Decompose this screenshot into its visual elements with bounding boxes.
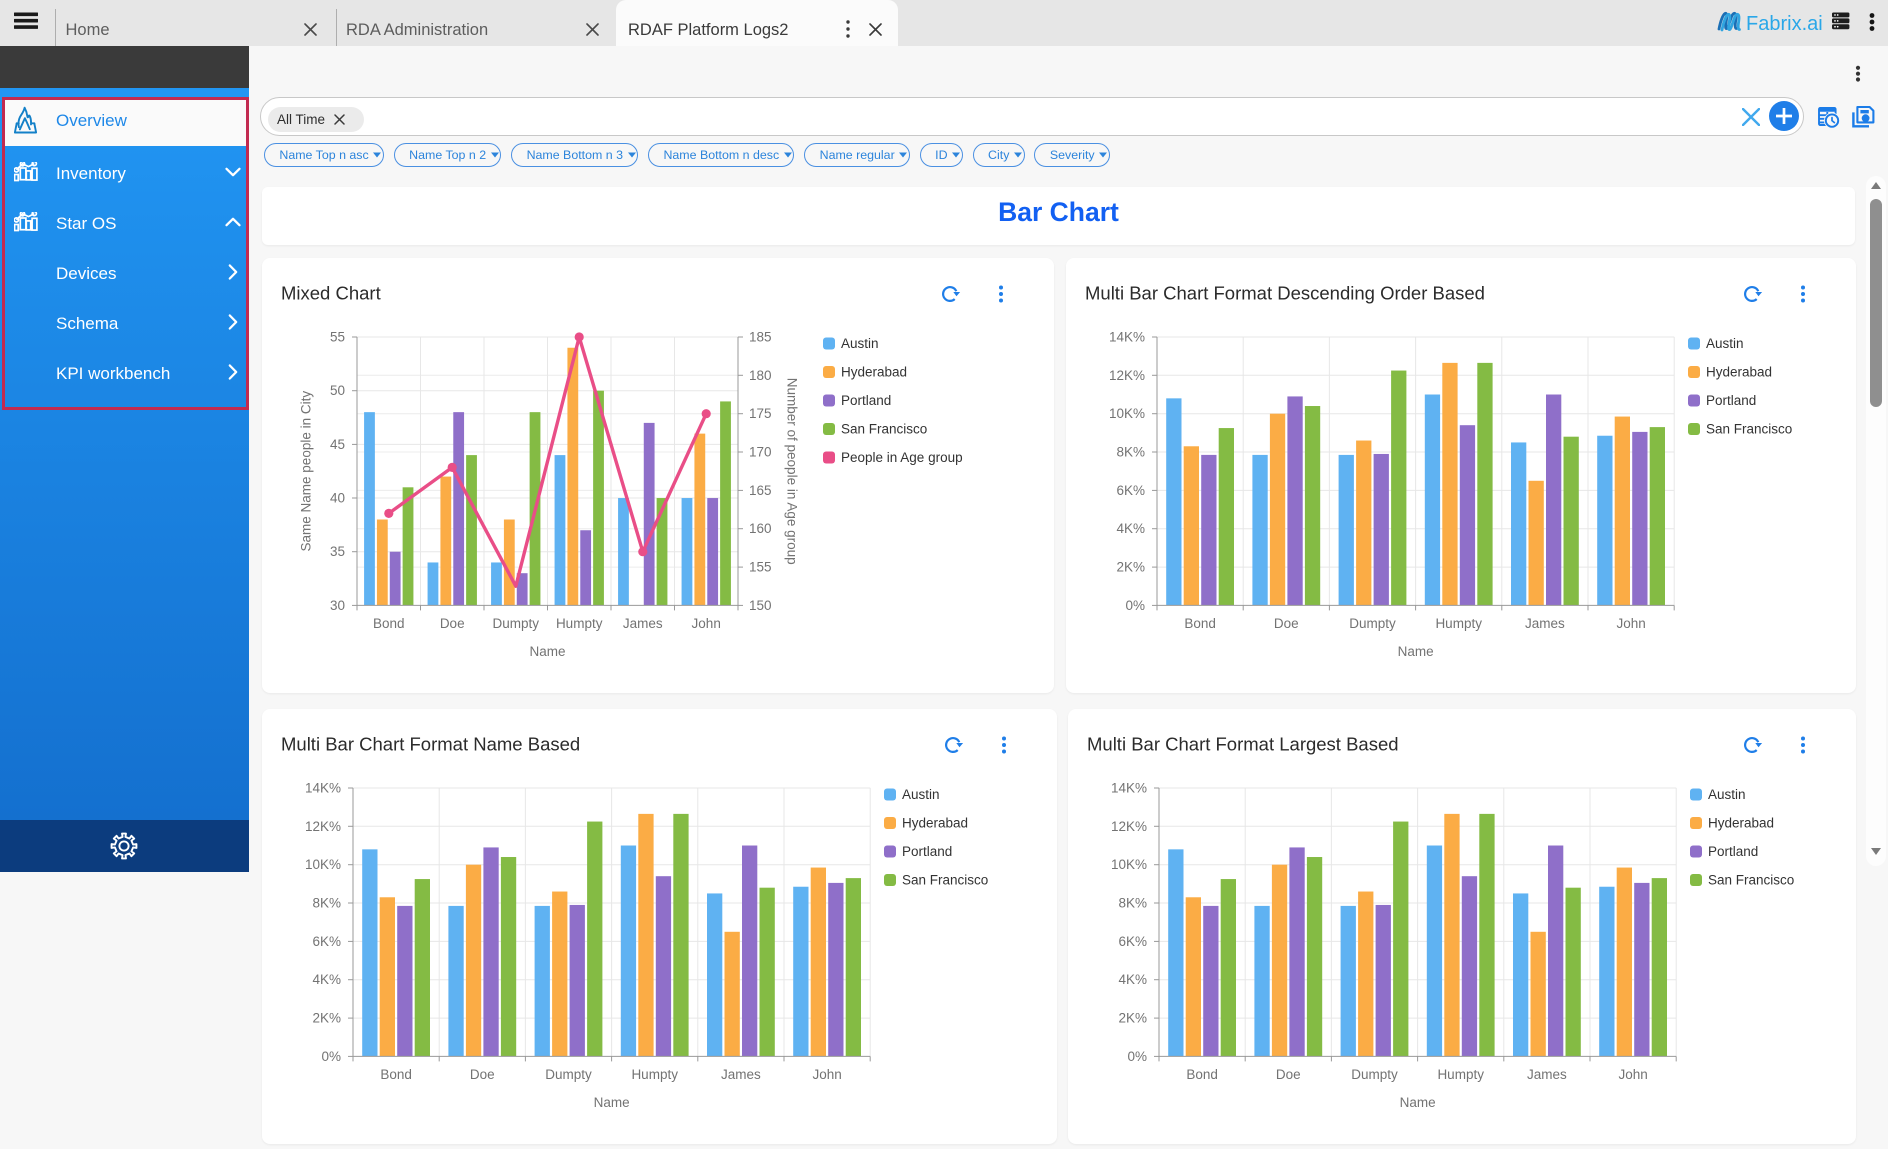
svg-text:Humpty: Humpty bbox=[1435, 616, 1482, 631]
svg-text:4K%: 4K% bbox=[312, 972, 341, 987]
svg-text:James: James bbox=[721, 1067, 761, 1082]
svg-text:170: 170 bbox=[749, 445, 772, 460]
svg-text:Multi Bar Chart Format Descend: Multi Bar Chart Format Descending Order … bbox=[1085, 283, 1485, 304]
svg-text:Humpty: Humpty bbox=[631, 1067, 678, 1082]
svg-text:Multi Bar Chart Format Largest: Multi Bar Chart Format Largest Based bbox=[1087, 734, 1399, 755]
svg-text:Doe: Doe bbox=[440, 616, 465, 631]
svg-text:2K%: 2K% bbox=[1118, 1011, 1147, 1026]
svg-text:10K%: 10K% bbox=[1111, 857, 1147, 872]
svg-text:Doe: Doe bbox=[1276, 1067, 1301, 1082]
svg-text:John: John bbox=[812, 1067, 841, 1082]
svg-text:12K%: 12K% bbox=[305, 819, 341, 834]
svg-text:Dumpty: Dumpty bbox=[493, 616, 540, 631]
svg-text:Dumpty: Dumpty bbox=[1351, 1067, 1398, 1082]
svg-text:Portland: Portland bbox=[902, 844, 952, 859]
svg-text:Bond: Bond bbox=[373, 616, 405, 631]
svg-text:Bond: Bond bbox=[380, 1067, 412, 1082]
svg-text:Name: Name bbox=[529, 644, 565, 659]
svg-text:8K%: 8K% bbox=[1118, 896, 1147, 911]
svg-text:12K%: 12K% bbox=[1111, 819, 1147, 834]
svg-text:Portland: Portland bbox=[841, 393, 891, 408]
svg-text:Doe: Doe bbox=[470, 1067, 495, 1082]
svg-text:40: 40 bbox=[330, 491, 345, 506]
svg-text:Austin: Austin bbox=[841, 336, 879, 351]
svg-text:50: 50 bbox=[330, 383, 345, 398]
svg-text:Austin: Austin bbox=[1706, 336, 1744, 351]
svg-text:14K%: 14K% bbox=[305, 781, 341, 796]
svg-text:Humpty: Humpty bbox=[556, 616, 603, 631]
svg-text:165: 165 bbox=[749, 483, 772, 498]
svg-text:Fabrix.ai: Fabrix.ai bbox=[1746, 13, 1823, 35]
svg-text:Austin: Austin bbox=[1708, 787, 1746, 802]
svg-text:Multi Bar Chart Format Name Ba: Multi Bar Chart Format Name Based bbox=[281, 734, 580, 755]
svg-text:John: John bbox=[1618, 1067, 1647, 1082]
svg-text:8K%: 8K% bbox=[312, 896, 341, 911]
svg-text:4K%: 4K% bbox=[1118, 972, 1147, 987]
svg-text:Austin: Austin bbox=[902, 787, 940, 802]
svg-text:6K%: 6K% bbox=[1116, 483, 1145, 498]
svg-text:14K%: 14K% bbox=[1109, 330, 1145, 345]
svg-text:John: John bbox=[1616, 616, 1645, 631]
svg-text:155: 155 bbox=[749, 560, 772, 575]
svg-text:Dumpty: Dumpty bbox=[1349, 616, 1396, 631]
svg-text:14K%: 14K% bbox=[1111, 781, 1147, 796]
svg-text:Name: Name bbox=[594, 1095, 630, 1110]
svg-text:Name: Name bbox=[1400, 1095, 1436, 1110]
svg-text:160: 160 bbox=[749, 521, 772, 536]
svg-text:Hyderabad: Hyderabad bbox=[841, 365, 907, 380]
svg-text:James: James bbox=[623, 616, 663, 631]
svg-text:San Francisco: San Francisco bbox=[841, 422, 927, 437]
svg-text:185: 185 bbox=[749, 330, 772, 345]
svg-text:Humpty: Humpty bbox=[1437, 1067, 1484, 1082]
svg-text:Bond: Bond bbox=[1186, 1067, 1218, 1082]
svg-text:Same Name people in City: Same Name people in City bbox=[299, 391, 314, 552]
svg-text:35: 35 bbox=[330, 544, 345, 559]
svg-text:45: 45 bbox=[330, 437, 345, 452]
svg-text:San Francisco: San Francisco bbox=[1708, 873, 1794, 888]
svg-text:San Francisco: San Francisco bbox=[1706, 422, 1792, 437]
svg-text:10K%: 10K% bbox=[305, 857, 341, 872]
svg-text:James: James bbox=[1527, 1067, 1567, 1082]
svg-text:2K%: 2K% bbox=[1116, 560, 1145, 575]
svg-text:Doe: Doe bbox=[1274, 616, 1299, 631]
svg-text:2K%: 2K% bbox=[312, 1011, 341, 1026]
svg-text:Portland: Portland bbox=[1706, 393, 1756, 408]
svg-text:Hyderabad: Hyderabad bbox=[902, 816, 968, 831]
svg-text:8K%: 8K% bbox=[1116, 445, 1145, 460]
svg-text:180: 180 bbox=[749, 368, 772, 383]
svg-text:4K%: 4K% bbox=[1116, 521, 1145, 536]
svg-text:Bond: Bond bbox=[1184, 616, 1216, 631]
svg-text:0%: 0% bbox=[1127, 1049, 1147, 1064]
svg-text:10K%: 10K% bbox=[1109, 406, 1145, 421]
svg-text:People in Age group: People in Age group bbox=[841, 450, 963, 465]
svg-text:James: James bbox=[1525, 616, 1565, 631]
svg-text:Hyderabad: Hyderabad bbox=[1708, 816, 1774, 831]
svg-text:6K%: 6K% bbox=[1118, 934, 1147, 949]
svg-text:Mixed Chart: Mixed Chart bbox=[281, 283, 381, 304]
svg-text:Portland: Portland bbox=[1708, 844, 1758, 859]
svg-text:0%: 0% bbox=[321, 1049, 341, 1064]
svg-text:Dumpty: Dumpty bbox=[545, 1067, 592, 1082]
svg-text:John: John bbox=[692, 616, 721, 631]
svg-text:Name: Name bbox=[1398, 644, 1434, 659]
svg-text:Hyderabad: Hyderabad bbox=[1706, 365, 1772, 380]
svg-text:6K%: 6K% bbox=[312, 934, 341, 949]
svg-text:150: 150 bbox=[749, 598, 772, 613]
svg-text:Number of people in Age group: Number of people in Age group bbox=[785, 378, 800, 565]
svg-text:175: 175 bbox=[749, 406, 772, 421]
svg-text:55: 55 bbox=[330, 330, 345, 345]
svg-text:0%: 0% bbox=[1125, 598, 1145, 613]
svg-text:30: 30 bbox=[330, 598, 345, 613]
svg-text:San Francisco: San Francisco bbox=[902, 873, 988, 888]
svg-text:12K%: 12K% bbox=[1109, 368, 1145, 383]
